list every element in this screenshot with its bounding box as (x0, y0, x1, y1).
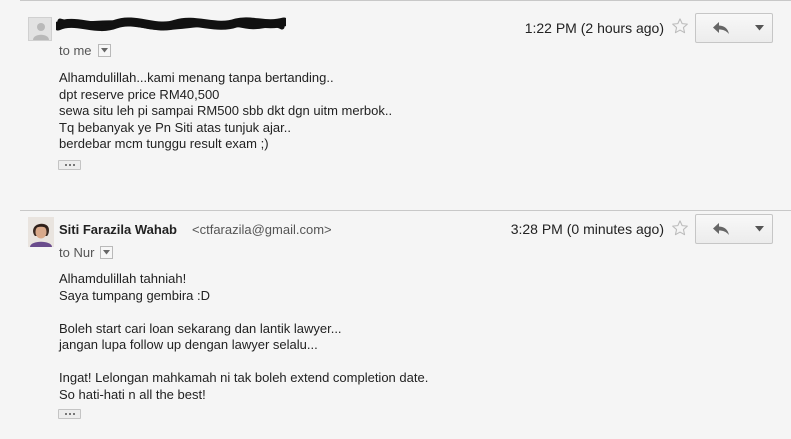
show-details-button[interactable] (100, 246, 114, 259)
reply-arrow-icon (713, 223, 729, 235)
body-line: Boleh start cari loan sekarang dan lanti… (59, 320, 342, 336)
dot (72, 164, 75, 166)
body-line: Tq bebanyak ye Pn Siti atas tunjuk ajar.… (59, 119, 291, 135)
star-icon[interactable] (671, 219, 689, 237)
body-line (59, 354, 428, 371)
recipient-label: to Nur (59, 245, 95, 260)
message-2: Siti Farazila Wahab <ctfarazila@gmail.co… (0, 210, 791, 439)
dot (64, 413, 67, 415)
sender-name: Siti Farazila Wahab (59, 222, 177, 237)
message-divider (20, 210, 791, 211)
body-line: Saya tumpang gembira :D (59, 287, 211, 303)
message-1: 1:22 PM (2 hours ago) to me Alhamdulilla… (0, 0, 791, 210)
message-body: Alhamdulillah...kami menang tanpa bertan… (59, 70, 392, 153)
body-line: Alhamdulillah...kami menang tanpa bertan… (59, 70, 334, 85)
message-body: Alhamdulillah tahniah! Saya tumpang gemb… (59, 271, 428, 403)
more-options-button[interactable] (746, 13, 773, 43)
sender-avatar (28, 217, 54, 247)
recipient-line: to Nur (59, 245, 114, 260)
body-line: sewa situ leh pi sampai RM500 sbb dkt dg… (59, 103, 393, 118)
message-divider (20, 0, 791, 1)
body-line: dpt reserve price RM40,500 (59, 86, 220, 102)
caret-down-icon (754, 25, 764, 31)
dot (72, 413, 75, 415)
reply-button[interactable] (695, 214, 747, 244)
message-time: 3:28 PM (0 minutes ago) (510, 221, 664, 237)
show-trimmed-content-button[interactable] (58, 409, 81, 419)
reply-button[interactable] (695, 13, 747, 43)
star-icon[interactable] (671, 17, 689, 35)
body-line: So hati-hati n all the best! (59, 386, 206, 402)
body-line: Alhamdulillah tahniah! (59, 271, 187, 286)
body-line (59, 304, 428, 321)
show-trimmed-content-button[interactable] (58, 160, 81, 170)
show-details-button[interactable] (97, 44, 111, 57)
recipient-label: to me (59, 43, 92, 58)
more-options-button[interactable] (746, 214, 773, 244)
dot (64, 164, 67, 166)
recipient-line: to me (59, 43, 111, 58)
caret-down-icon (103, 250, 111, 255)
body-line: Ingat! Lelongan mahkamah ni tak boleh ex… (59, 370, 429, 385)
sender-name-redacted (53, 12, 289, 38)
body-line: jangan lupa follow up dengan lawyer sela… (59, 337, 318, 352)
reply-arrow-icon (713, 22, 729, 34)
avatar-placeholder-icon (28, 17, 52, 41)
caret-down-icon (754, 226, 764, 232)
caret-down-icon (100, 48, 108, 53)
dot (68, 164, 71, 166)
sender-email: <ctfarazila@gmail.com> (192, 222, 332, 237)
message-time: 1:22 PM (2 hours ago) (524, 20, 664, 36)
dot (68, 413, 71, 415)
body-line: berdebar mcm tunggu result exam ;) (59, 136, 269, 151)
